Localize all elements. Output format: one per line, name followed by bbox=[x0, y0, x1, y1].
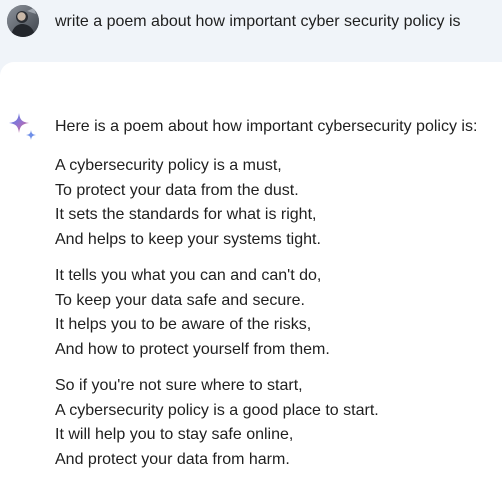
avatar-photo-icon bbox=[7, 5, 39, 37]
poem-stanza-2: It tells you what you can and can't do, … bbox=[55, 264, 495, 362]
poem-stanza-3: So if you're not sure where to start, A … bbox=[55, 374, 495, 472]
user-prompt-row: write a poem about how important cyber s… bbox=[0, 0, 502, 62]
poem-line: A cybersecurity policy is a must, bbox=[55, 157, 282, 174]
poem-line: To keep your data safe and secure. bbox=[55, 291, 305, 309]
poem-line: To protect your data from the dust. bbox=[55, 181, 299, 199]
poem-line: It helps you to be aware of the risks, bbox=[55, 316, 312, 333]
poem-line: A cybersecurity policy is a good place t… bbox=[55, 401, 379, 419]
poem-line: And how to protect yourself from them. bbox=[55, 340, 330, 358]
poem-line: So if you're not sure where to start, bbox=[55, 377, 303, 394]
response-intro: Here is a poem about how important cyber… bbox=[55, 118, 478, 135]
poem-line: It sets the standards for what is right, bbox=[55, 206, 317, 223]
poem: A cybersecurity policy is a must, To pro… bbox=[55, 154, 495, 481]
poem-line: It will help you to stay safe online, bbox=[55, 426, 294, 443]
poem-stanza-1: A cybersecurity policy is a must, To pro… bbox=[55, 154, 495, 252]
assistant-response-card: Here is a poem about how important cyber… bbox=[0, 62, 502, 481]
poem-line: And helps to keep your systems tight. bbox=[55, 230, 321, 248]
user-avatar[interactable] bbox=[7, 5, 39, 37]
sparkle-icon bbox=[9, 113, 36, 140]
chat-conversation: write a poem about how important cyber s… bbox=[0, 0, 502, 481]
user-prompt-text: write a poem about how important cyber s… bbox=[55, 13, 461, 30]
poem-line: And protect your data from harm. bbox=[55, 450, 290, 468]
poem-line: It tells you what you can and can't do, bbox=[55, 267, 322, 284]
